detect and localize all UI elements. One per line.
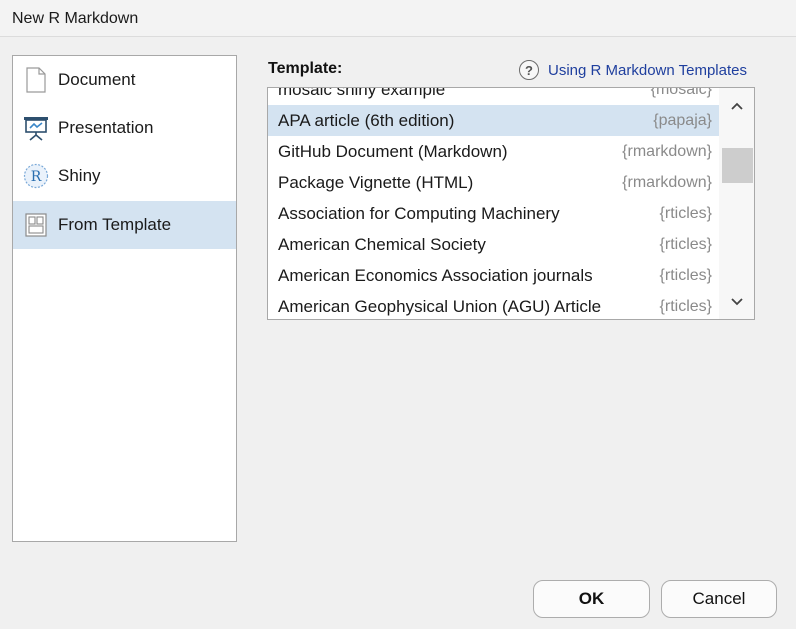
- category-presentation[interactable]: Presentation: [13, 104, 236, 152]
- template-row[interactable]: GitHub Document (Markdown) {rmarkdown}: [268, 136, 719, 167]
- chevron-down-icon: [730, 298, 743, 306]
- template-package: {rticles}: [659, 236, 712, 253]
- templates-help-link[interactable]: ? Using R Markdown Templates: [519, 59, 747, 81]
- template-package: {papaja}: [653, 112, 712, 129]
- scroll-thumb[interactable]: [722, 148, 753, 183]
- template-name: American Geophysical Union (AGU) Article: [278, 297, 602, 316]
- template-package: {rticles}: [659, 205, 712, 222]
- template-row[interactable]: Association for Computing Machinery {rti…: [268, 198, 719, 229]
- template-name: GitHub Document (Markdown): [278, 142, 508, 161]
- template-package: {rticles}: [659, 298, 712, 315]
- category-from-template[interactable]: From Template: [13, 201, 236, 249]
- template-row[interactable]: American Geophysical Union (AGU) Article…: [268, 291, 719, 319]
- category-list: Document Presentation R Shiny From Templ…: [12, 55, 237, 542]
- help-icon: ?: [519, 60, 539, 80]
- template-heading: Template:: [268, 60, 343, 77]
- template-rows: mosaic shiny example {mosaic} APA articl…: [268, 87, 719, 319]
- category-label: Shiny: [58, 166, 101, 185]
- scroll-up-button[interactable]: [719, 91, 754, 121]
- template-name: Association for Computing Machinery: [278, 204, 560, 223]
- template-package: {mosaic}: [650, 87, 712, 98]
- ok-button[interactable]: OK: [533, 580, 650, 618]
- category-label: Document: [58, 70, 136, 89]
- window-title: New R Markdown: [0, 0, 796, 37]
- template-row-selected[interactable]: APA article (6th edition) {papaja}: [268, 105, 719, 136]
- template-row[interactable]: American Economics Association journals …: [268, 260, 719, 291]
- template-package: {rmarkdown}: [622, 174, 712, 191]
- template-row[interactable]: American Chemical Society {rticles}: [268, 229, 719, 260]
- svg-text:R: R: [31, 169, 42, 185]
- template-row[interactable]: Package Vignette (HTML) {rmarkdown}: [268, 167, 719, 198]
- r-shiny-icon: R: [23, 163, 49, 189]
- cancel-button[interactable]: Cancel: [661, 580, 777, 618]
- template-name: American Chemical Society: [278, 235, 486, 254]
- category-document[interactable]: Document: [13, 56, 236, 104]
- template-package: {rticles}: [659, 267, 712, 284]
- scroll-down-button[interactable]: [719, 287, 754, 317]
- help-link-text: Using R Markdown Templates: [548, 61, 747, 79]
- category-shiny[interactable]: R Shiny: [13, 152, 236, 200]
- template-package: {rmarkdown}: [622, 143, 712, 160]
- template-name: APA article (6th edition): [278, 111, 455, 130]
- template-name: mosaic shiny example: [278, 87, 446, 99]
- template-row[interactable]: mosaic shiny example {mosaic}: [268, 87, 719, 105]
- template-icon: [23, 212, 49, 238]
- presentation-icon: [23, 115, 49, 141]
- chevron-up-icon: [730, 102, 743, 110]
- template-name: American Economics Association journals: [278, 266, 593, 285]
- document-icon: [23, 67, 49, 93]
- category-label: From Template: [58, 215, 172, 234]
- category-label: Presentation: [58, 118, 154, 137]
- template-list: mosaic shiny example {mosaic} APA articl…: [267, 87, 755, 320]
- template-scrollbar[interactable]: [719, 88, 754, 319]
- template-name: Package Vignette (HTML): [278, 173, 474, 192]
